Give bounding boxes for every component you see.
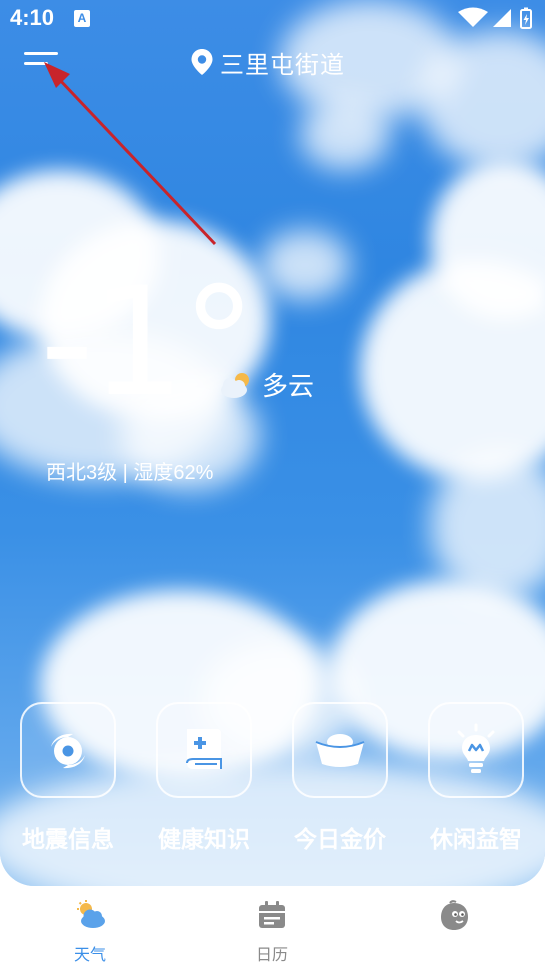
- shortcut-icon-box: [20, 702, 116, 798]
- tab-calendar[interactable]: 日历: [222, 900, 322, 965]
- shortcut-label: 休闲益智: [430, 826, 522, 852]
- status-bar: 4:10 A: [0, 0, 545, 38]
- shortcut-leisure[interactable]: 休闲益智: [415, 702, 537, 854]
- shortcut-earthquake[interactable]: 地震信息: [7, 702, 129, 854]
- wifi-icon: [458, 7, 488, 27]
- partly-cloudy-icon: [221, 372, 249, 398]
- shortcut-label: 今日金价: [294, 826, 386, 852]
- signal-icon: [493, 9, 511, 27]
- location-name: 三里屯街道: [220, 51, 345, 79]
- tab-profile[interactable]: [404, 900, 504, 943]
- weather-condition: 多云: [218, 366, 314, 403]
- tab-weather[interactable]: 天气: [40, 900, 140, 965]
- health-book-icon: [186, 729, 222, 769]
- shortcut-icon-box: [428, 702, 524, 798]
- shortcut-label: 健康知识: [158, 826, 250, 852]
- bottom-tab-bar: 天气 日历: [0, 886, 545, 970]
- calendar-tab-icon: [259, 901, 285, 928]
- cloud-shape: [300, 100, 390, 170]
- location-selector[interactable]: 三里屯街道: [190, 45, 345, 79]
- weather-tab-icon: [77, 900, 105, 928]
- status-time: 4:10: [10, 5, 55, 30]
- shortcut-health[interactable]: 健康知识: [143, 702, 265, 854]
- tab-label: 天气: [73, 947, 106, 964]
- cloud-shape: [260, 230, 350, 300]
- shortcut-label: 地震信息: [22, 826, 114, 852]
- menu-button[interactable]: [22, 48, 64, 74]
- tab-label: 日历: [255, 947, 288, 964]
- shortcut-gold-price[interactable]: 今日金价: [279, 702, 401, 854]
- typhoon-swirl-icon: [51, 733, 85, 769]
- shortcut-icon-box: [156, 702, 252, 798]
- wind-humidity: 西北3级 | 湿度62%: [46, 462, 214, 484]
- gold-ingot-icon: [315, 734, 365, 767]
- location-pin-icon: [191, 49, 213, 75]
- mascot-face-icon: [441, 900, 468, 930]
- shortcut-icon-box: [292, 702, 388, 798]
- condition-text: 多云: [262, 371, 315, 401]
- status-icons: [458, 7, 532, 29]
- notification-icon: A: [74, 10, 90, 27]
- hamburger-menu-icon: [24, 52, 58, 65]
- lightbulb-icon: [457, 723, 495, 773]
- shortcut-grid: 地震信息 健康知识 今日金价 休闲益智: [0, 702, 545, 862]
